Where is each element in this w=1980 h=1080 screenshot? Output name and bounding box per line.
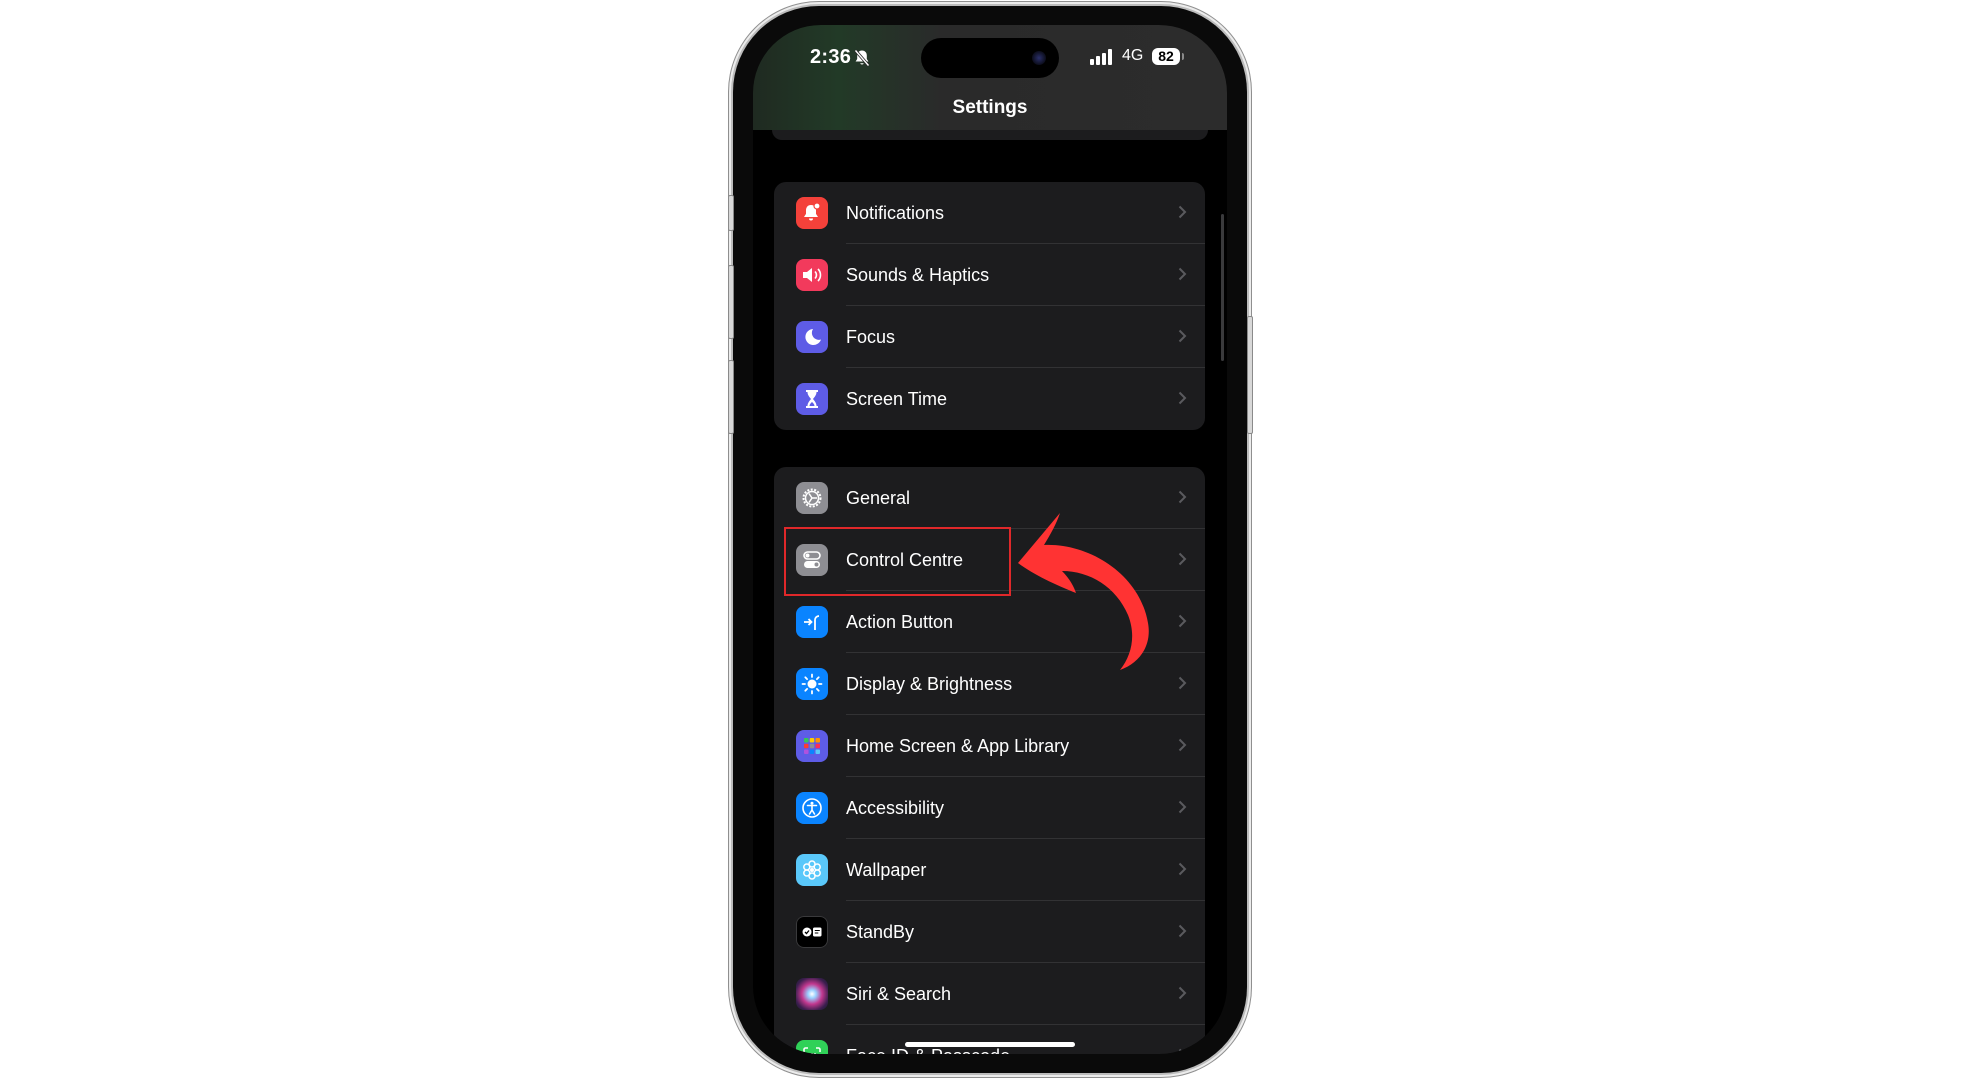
battery-indicator: 82 — [1152, 48, 1180, 65]
settings-item-label: General — [846, 487, 911, 508]
cellular-signal-icon — [1090, 49, 1112, 65]
chevron-right-icon — [1178, 267, 1187, 281]
settings-item-face-id-passcode[interactable]: Face ID & Passcode — [774, 1025, 1205, 1054]
nav-header: 2:36 4G 82 Settings — [753, 25, 1227, 130]
battery-nub — [1182, 53, 1184, 60]
settings-item-accessibility[interactable]: Accessibility — [774, 777, 1205, 839]
chevron-right-icon — [1178, 552, 1187, 566]
settings-item-notifications[interactable]: Notifications — [774, 182, 1205, 244]
hourglass-icon — [796, 383, 828, 415]
chevron-right-icon — [1178, 676, 1187, 690]
settings-item-label: Action Button — [846, 611, 954, 632]
settings-item-sounds-haptics[interactable]: Sounds & Haptics — [774, 244, 1205, 306]
chevron-right-icon — [1178, 924, 1187, 938]
scrollbar[interactable] — [1221, 214, 1224, 361]
settings-item-label: Sounds & Haptics — [846, 264, 990, 285]
chevron-right-icon — [1178, 800, 1187, 814]
app-grid-icon — [796, 730, 828, 762]
chevron-right-icon — [1178, 391, 1187, 405]
curved-arrow-annotation — [1018, 513, 1149, 670]
settings-group-1: Notifications Sounds & Haptics Focus Scr… — [774, 182, 1205, 430]
settings-item-label: Home Screen & App Library — [846, 735, 1070, 756]
chevron-right-icon — [1178, 614, 1187, 628]
status-time: 2:36 — [810, 46, 852, 68]
settings-item-label: Screen Time — [846, 388, 948, 409]
dynamic-island — [921, 38, 1059, 78]
settings-item-standby[interactable]: StandBy — [774, 901, 1205, 963]
volume-up-button — [728, 265, 734, 339]
settings-item-label: Display & Brightness — [846, 673, 1013, 694]
network-type: 4G — [1122, 47, 1144, 64]
chevron-right-icon — [1178, 986, 1187, 1000]
chevron-right-icon — [1178, 1048, 1186, 1054]
gear-icon — [796, 482, 828, 514]
chevron-right-icon — [1178, 329, 1187, 343]
action-button-icon — [796, 606, 828, 638]
chevron-right-icon — [1178, 738, 1187, 752]
settings-item-label: Notifications — [846, 202, 945, 223]
sun-icon — [796, 668, 828, 700]
chevron-right-icon — [1178, 205, 1187, 219]
settings-item-focus[interactable]: Focus — [774, 306, 1205, 368]
search-area-edge — [772, 130, 1208, 140]
settings-item-siri-search[interactable]: Siri & Search — [774, 963, 1205, 1025]
speaker-wave-icon — [796, 259, 828, 291]
bell-slash-icon — [854, 49, 870, 67]
front-camera — [1032, 51, 1046, 65]
face-id-icon — [796, 1040, 828, 1054]
highlight-box — [784, 527, 1011, 596]
flower-icon — [796, 854, 828, 886]
accessibility-icon — [796, 792, 828, 824]
bell-badge-icon — [796, 197, 828, 229]
settings-item-label: Siri & Search — [846, 983, 952, 1004]
settings-item-label: StandBy — [846, 921, 915, 942]
settings-item-label: Wallpaper — [846, 859, 927, 880]
settings-item-screen-time[interactable]: Screen Time — [774, 368, 1205, 430]
power-button — [1247, 316, 1253, 434]
settings-item-label: Accessibility — [846, 797, 945, 818]
chevron-right-icon — [1178, 490, 1187, 504]
page-title: Settings — [952, 97, 1028, 118]
settings-item-label: Focus — [846, 326, 896, 347]
standby-icon — [796, 916, 828, 948]
action-side-button — [728, 195, 734, 231]
settings-item-home-screen[interactable]: Home Screen & App Library — [774, 715, 1205, 777]
siri-icon — [796, 978, 828, 1010]
moon-icon — [796, 321, 828, 353]
volume-down-button — [728, 360, 734, 434]
home-indicator[interactable] — [905, 1042, 1075, 1047]
settings-item-wallpaper[interactable]: Wallpaper — [774, 839, 1205, 901]
chevron-right-icon — [1178, 862, 1187, 876]
